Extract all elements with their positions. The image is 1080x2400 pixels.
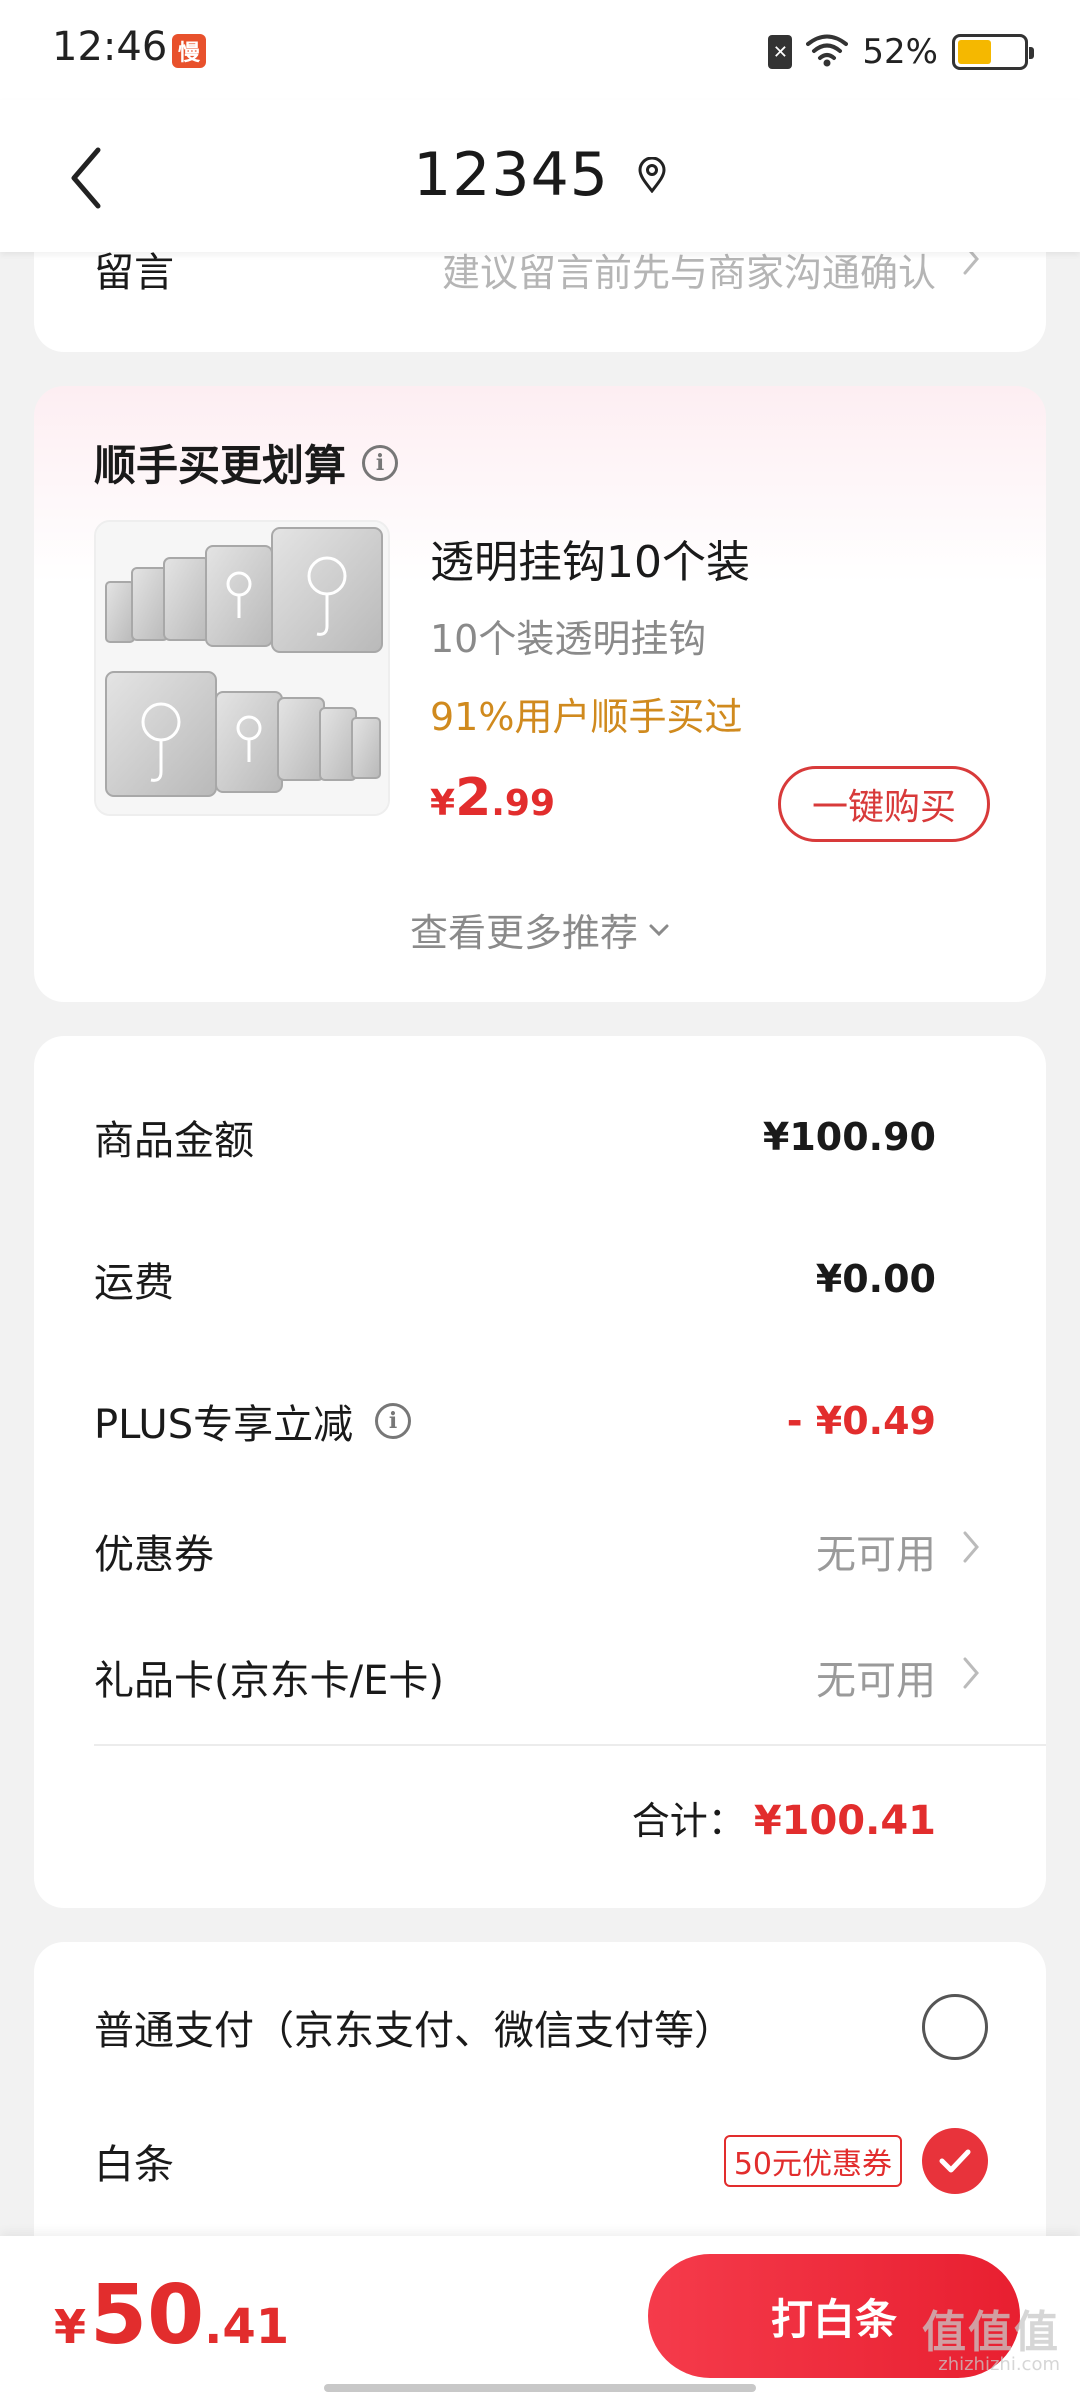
battery-icon (952, 34, 1034, 70)
total-label: 合计： (631, 1799, 746, 1843)
summary-label: 运费 (94, 1260, 174, 1306)
more-recommendations-link[interactable]: 查看更多推荐 (34, 902, 1046, 957)
summary-row-coupon[interactable]: 优惠券 无可用 (94, 1522, 936, 1580)
payment-option-label: 普通支付（京东支付、微信支付等） (94, 2008, 734, 2054)
summary-row-plus-discount: PLUS专享立减 i - ¥0.49 (94, 1392, 936, 1450)
payment-option-right: 50元优惠券 (723, 2128, 988, 2194)
summary-value: 无可用 (816, 1658, 936, 1704)
checkout-price: ¥ 50 .41 (54, 2268, 289, 2363)
product-price: ¥2.99 (430, 768, 555, 828)
summary-value: ¥100.90 (762, 1115, 936, 1159)
recommend-card: 顺手买更划算 i 透明挂钩10个装 10个装透明挂钩 91%用户顺手买过 ¥2.… (34, 386, 1046, 1002)
status-time: 12:46 (52, 24, 168, 70)
product-hint: 91%用户顺手买过 (430, 695, 743, 739)
summary-label: PLUS专享立减 (94, 1402, 354, 1448)
price-integer: 50 (90, 2268, 205, 2363)
header-title-group[interactable]: 12345 (0, 140, 1080, 210)
info-icon[interactable]: i (362, 444, 399, 481)
checkmark-icon (939, 2149, 971, 2173)
info-icon[interactable]: i (375, 1403, 412, 1439)
summary-label-wrap: PLUS专享立减 i (94, 1392, 412, 1450)
payment-radio-unchecked[interactable] (922, 1994, 988, 2060)
recommend-title: 顺手买更划算 (94, 441, 347, 490)
page-title: 12345 (413, 140, 609, 210)
coupon-badge: 50元优惠券 (723, 2135, 902, 2187)
summary-value: ¥0.00 (815, 1257, 936, 1301)
product-subtitle: 10个装透明挂钩 (430, 617, 707, 661)
price-currency: ¥ (54, 2300, 87, 2354)
summary-value: - ¥0.49 (786, 1399, 936, 1443)
chevron-right-icon (963, 1531, 979, 1563)
summary-label: 礼品卡(京东卡/E卡) (94, 1658, 444, 1704)
price-integer: 2 (455, 768, 492, 828)
order-total: 合计： ¥100.41 (632, 1790, 936, 1845)
one-click-buy-button[interactable]: 一键购买 (778, 766, 990, 842)
summary-row-goods: 商品金额 ¥100.90 (94, 1108, 936, 1166)
payment-option-label: 白条 (94, 2142, 174, 2188)
divider (94, 1744, 1046, 1746)
watermark-text: 值值值 (922, 2307, 1060, 2358)
payment-radio-checked[interactable] (922, 2128, 988, 2194)
total-value: ¥100.41 (753, 1798, 936, 1844)
summary-row-gift-card[interactable]: 礼品卡(京东卡/E卡) 无可用 (94, 1648, 936, 1706)
summary-value: 无可用 (816, 1532, 936, 1578)
status-bar: 12:46 慢 ✕ 52% (0, 0, 1080, 100)
location-pin-icon (638, 157, 666, 193)
home-indicator[interactable] (324, 2384, 756, 2392)
app-notification-icon: 慢 (172, 34, 206, 68)
payment-option-normal[interactable]: 普通支付（京东支付、微信支付等） (94, 1994, 988, 2060)
sim-icon: ✕ (768, 35, 793, 69)
status-indicators: ✕ 52% (768, 30, 1034, 74)
adhesive-hooks-illustration (96, 522, 388, 814)
price-currency: ¥ (430, 783, 456, 824)
checkout-bar: ¥ 50 .41 打白条 值值值 zhizhizhi.com (0, 2236, 1080, 2400)
chevron-right-icon (963, 1657, 979, 1689)
summary-label: 优惠券 (94, 1532, 214, 1578)
page-header: 12345 (0, 100, 1080, 252)
battery-percent: 52% (862, 32, 938, 72)
recommend-header: 顺手买更划算 i (94, 432, 399, 493)
wifi-icon (806, 33, 849, 71)
price-decimal: .99 (491, 783, 556, 824)
summary-label: 商品金额 (94, 1118, 254, 1164)
product-name[interactable]: 透明挂钩10个装 (430, 526, 750, 590)
product-image[interactable] (94, 520, 390, 816)
battery-fill (958, 40, 992, 64)
order-summary-card: 商品金额 ¥100.90 运费 ¥0.00 PLUS专享立减 i - ¥0.49… (34, 1036, 1046, 1908)
chevron-down-icon (649, 924, 669, 936)
payment-option-baitiao[interactable]: 白条 50元优惠券 (94, 2128, 988, 2194)
price-decimal: .41 (204, 2299, 290, 2355)
watermark-subtext: zhizhizhi.com (938, 2354, 1060, 2375)
summary-row-shipping: 运费 ¥0.00 (94, 1250, 936, 1308)
more-recommendations-label: 查看更多推荐 (409, 911, 638, 955)
